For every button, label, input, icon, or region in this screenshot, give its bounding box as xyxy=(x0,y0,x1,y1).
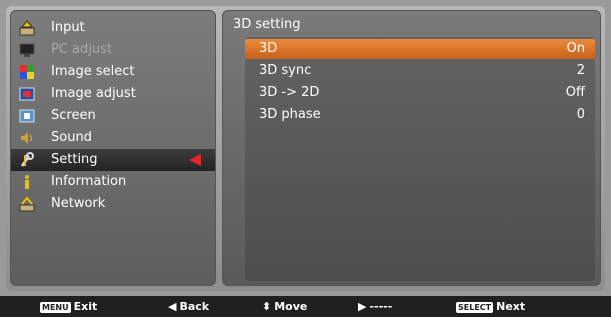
right-arrow-icon: ▶ xyxy=(358,300,367,313)
key-guide-bar: MENU Exit ◀ Back ⬍ Move ▶ ----- SELECT Next xyxy=(0,296,611,317)
menu-label: Screen xyxy=(51,108,96,123)
next-hint: SELECT Next xyxy=(456,296,525,317)
back-hint: ◀ Back xyxy=(168,296,209,317)
menu-label: Sound xyxy=(51,130,92,145)
menu-item-setting[interactable]: Setting xyxy=(11,149,215,171)
menu-item-input[interactable]: Input xyxy=(11,17,215,39)
screen-icon xyxy=(19,108,35,124)
next-arrow-hint: ▶ ----- xyxy=(358,296,392,317)
menu-label: Setting xyxy=(51,152,98,167)
selection-pointer-icon xyxy=(189,154,201,166)
input-icon xyxy=(19,20,35,36)
up-down-arrow-icon: ⬍ xyxy=(262,300,272,313)
image-select-icon xyxy=(19,64,35,80)
setting-name: 3D phase xyxy=(259,107,321,122)
menu-label: Image adjust xyxy=(51,86,136,101)
settings-list: 3D On 3D sync 2 3D -> 2D Off 3D phase 0 xyxy=(245,37,595,281)
menu-item-pc-adjust[interactable]: PC adjust xyxy=(11,39,215,61)
setting-row-3d-sync[interactable]: 3D sync 2 xyxy=(245,61,595,81)
sound-icon xyxy=(19,130,35,146)
panel-title: 3D setting xyxy=(233,17,301,32)
back-label: Back xyxy=(179,300,210,313)
network-icon xyxy=(19,196,35,212)
next-label: Next xyxy=(496,300,526,313)
menu-item-sound[interactable]: Sound xyxy=(11,127,215,149)
move-hint: ⬍ Move xyxy=(262,296,307,317)
move-label: Move xyxy=(274,300,308,313)
menu-item-information[interactable]: Information xyxy=(11,171,215,193)
setting-value: Off xyxy=(565,85,585,100)
exit-hint: MENU Exit xyxy=(40,296,97,317)
menu-key-icon: MENU xyxy=(40,301,71,313)
setting-value: On xyxy=(566,41,585,56)
setting-icon xyxy=(19,152,35,168)
menu-label: Image select xyxy=(51,64,135,79)
select-key-icon: SELECT xyxy=(456,301,494,313)
information-icon xyxy=(19,174,35,190)
menu-label: Input xyxy=(51,20,85,35)
image-adjust-icon xyxy=(19,86,35,102)
setting-value: 0 xyxy=(576,107,585,122)
exit-label: Exit xyxy=(73,300,98,313)
setting-name: 3D xyxy=(259,41,278,56)
setting-value: 2 xyxy=(576,63,585,78)
menu-label: Network xyxy=(51,196,106,211)
setting-row-3d-phase[interactable]: 3D phase 0 xyxy=(245,105,595,125)
menu-item-network[interactable]: Network xyxy=(11,193,215,215)
left-arrow-icon: ◀ xyxy=(168,300,177,313)
setting-name: 3D -> 2D xyxy=(259,85,320,100)
pc-adjust-icon xyxy=(19,42,35,58)
next-dash: ----- xyxy=(369,300,393,313)
menu-item-screen[interactable]: Screen xyxy=(11,105,215,127)
setting-row-3d[interactable]: 3D On xyxy=(245,39,595,59)
settings-panel: 3D setting 3D On 3D sync 2 3D -> 2D Off … xyxy=(222,10,601,286)
menu-label: Information xyxy=(51,174,127,189)
setting-name: 3D sync xyxy=(259,63,312,78)
menu-item-image-adjust[interactable]: Image adjust xyxy=(11,83,215,105)
main-menu: Input PC adjust Image select Image adjus… xyxy=(10,10,216,286)
setting-row-3d-to-2d[interactable]: 3D -> 2D Off xyxy=(245,83,595,103)
menu-label: PC adjust xyxy=(51,42,112,57)
menu-item-image-select[interactable]: Image select xyxy=(11,61,215,83)
